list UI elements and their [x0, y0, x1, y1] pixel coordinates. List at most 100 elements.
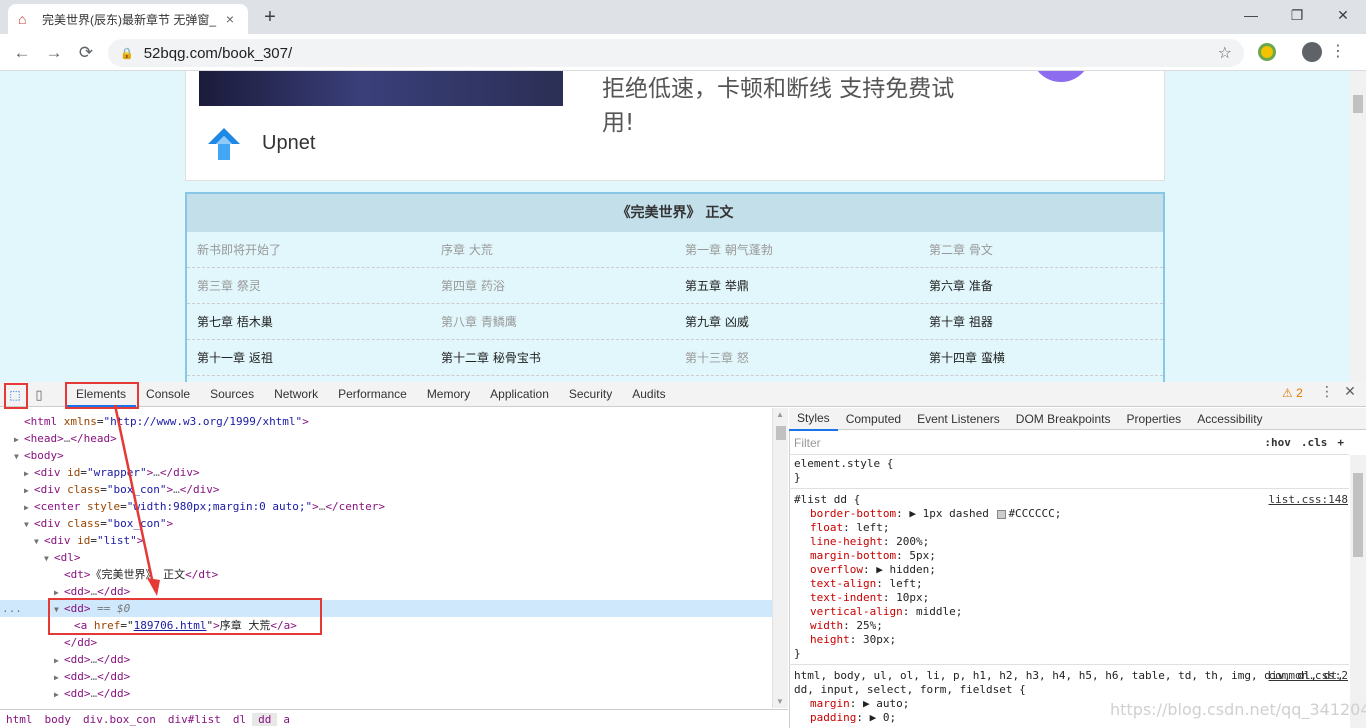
breadcrumb-item[interactable]: html: [0, 713, 39, 726]
profile-icon[interactable]: [1302, 42, 1322, 62]
css-property-name[interactable]: line-height: [810, 535, 883, 548]
styles-tab-styles[interactable]: Styles: [789, 407, 838, 431]
devtools-tab-console[interactable]: Console: [136, 382, 200, 407]
chapter-link[interactable]: 第一章 朝气蓬勃: [675, 232, 919, 267]
dom-node[interactable]: ▶ <dd>…</dd>: [0, 651, 772, 668]
chapter-link[interactable]: 第七章 梧木巢: [187, 304, 431, 339]
devtools-tab-sources[interactable]: Sources: [200, 382, 264, 407]
browser-tab[interactable]: ⌂ 完美世界(辰东)最新章节 无弹窗_ ×: [8, 4, 248, 34]
expand-toggle-icon[interactable]: ▼: [24, 516, 34, 533]
cls-toggle[interactable]: .cls: [1301, 436, 1328, 449]
breadcrumb-item[interactable]: a: [277, 713, 296, 726]
css-property[interactable]: border-bottom: ▶ 1px dashed #CCCCCC;: [794, 507, 1348, 521]
css-property-name[interactable]: vertical-align: [810, 605, 903, 618]
css-property-name[interactable]: float: [810, 521, 843, 534]
chapter-link[interactable]: 第十章 祖器: [919, 304, 1163, 339]
css-property-name[interactable]: margin-bottom: [810, 549, 896, 562]
url-text[interactable]: 52bqg.com/book_307/: [144, 45, 1218, 62]
expand-toggle-icon[interactable]: ▶: [54, 652, 64, 669]
expand-toggle-icon[interactable]: ▼: [34, 533, 44, 550]
devtools-tab-memory[interactable]: Memory: [417, 382, 480, 407]
breadcrumb-item[interactable]: div#list: [162, 713, 227, 726]
css-property-value[interactable]: left;: [856, 521, 889, 534]
css-property-value[interactable]: ▶ hidden;: [876, 563, 936, 576]
css-selector[interactable]: element.style {: [794, 457, 893, 470]
warnings-badge[interactable]: ⚠ 2: [1282, 386, 1303, 400]
styles-tab-properties[interactable]: Properties: [1118, 408, 1189, 430]
chapter-link[interactable]: 第十一章 返祖: [187, 340, 431, 375]
css-property[interactable]: height: 30px;: [794, 633, 1348, 647]
chapter-link[interactable]: 第十三章 怒: [675, 340, 919, 375]
extension-icon[interactable]: [1258, 43, 1276, 61]
css-property-name[interactable]: height: [810, 633, 850, 646]
breadcrumb-item[interactable]: div.box_con: [77, 713, 162, 726]
css-property-value[interactable]: left;: [889, 577, 922, 590]
css-property-value[interactable]: middle;: [916, 605, 962, 618]
ad-banner[interactable]: 拒绝低速，卡顿和断线 支持免费试用! Upnet: [185, 71, 1165, 181]
css-property-name[interactable]: padding: [810, 711, 856, 724]
dom-node[interactable]: ▶ <center style="width:980px;margin:0 aut…: [0, 498, 772, 515]
expand-toggle-icon[interactable]: ▶: [24, 465, 34, 482]
chapter-link[interactable]: 第二章 骨文: [919, 232, 1163, 267]
back-button[interactable]: ←: [9, 40, 35, 66]
expand-toggle-icon[interactable]: ▼: [44, 550, 54, 567]
page-scrollbar[interactable]: [1350, 71, 1366, 382]
css-property[interactable]: width: 25%;: [794, 619, 1348, 633]
styles-filter-input[interactable]: Filter: [794, 436, 1254, 450]
expand-toggle-icon[interactable]: ▼: [14, 448, 24, 465]
dom-node[interactable]: ▼ <dl>: [0, 549, 772, 566]
css-property-name[interactable]: margin: [810, 697, 850, 710]
dom-node[interactable]: ▼ <body>: [0, 447, 772, 464]
css-property[interactable]: line-height: 200%;: [794, 535, 1348, 549]
color-swatch-icon[interactable]: [997, 509, 1007, 519]
dom-node[interactable]: ▼ <div class="box_con">: [0, 515, 772, 532]
ad-image[interactable]: [199, 71, 563, 106]
new-tab-button[interactable]: +: [258, 6, 282, 30]
forward-button[interactable]: →: [41, 40, 67, 66]
devtools-tab-performance[interactable]: Performance: [328, 382, 417, 407]
chapter-link[interactable]: 第九章 凶威: [675, 304, 919, 339]
expand-toggle-icon[interactable]: ▶: [54, 686, 64, 703]
devtools-tab-security[interactable]: Security: [559, 382, 622, 407]
css-source-link[interactable]: list.css:148: [1269, 493, 1348, 507]
breadcrumb-item[interactable]: dd: [252, 712, 278, 726]
dom-node[interactable]: ▼ <div id="list">: [0, 532, 772, 549]
expand-toggle-icon[interactable]: ▶: [24, 499, 34, 516]
css-property-name[interactable]: overflow: [810, 563, 863, 576]
css-property-value[interactable]: 200%;: [896, 535, 929, 548]
dom-node[interactable]: </dd>: [0, 634, 772, 651]
css-property-value[interactable]: 25%;: [856, 619, 883, 632]
css-selector[interactable]: #list dd {: [794, 493, 860, 506]
close-window-button[interactable]: ✕: [1320, 0, 1366, 30]
css-property[interactable]: float: left;: [794, 521, 1348, 535]
breadcrumb-item[interactable]: body: [39, 713, 78, 726]
css-property-value[interactable]: 10px;: [896, 591, 929, 604]
device-toolbar-icon[interactable]: ▯: [29, 385, 49, 405]
styles-tab-event-listeners[interactable]: Event Listeners: [909, 408, 1008, 430]
chapter-link[interactable]: 序章 大荒: [431, 232, 675, 267]
dom-node[interactable]: <html xmlns="http://www.w3.org/1999/xhtm…: [0, 413, 772, 430]
chapter-link[interactable]: 第十四章 蛮横: [919, 340, 1163, 375]
expand-toggle-icon[interactable]: ▶: [24, 482, 34, 499]
elements-scrollbar[interactable]: ▲ ▼: [772, 408, 788, 708]
styles-tab-computed[interactable]: Computed: [838, 408, 909, 430]
css-property[interactable]: text-indent: 10px;: [794, 591, 1348, 605]
css-property-value[interactable]: 5px;: [909, 549, 936, 562]
dom-node[interactable]: ▶ <dd>…</dd>: [0, 668, 772, 685]
minimize-button[interactable]: —: [1228, 0, 1274, 30]
dom-node[interactable]: ▶ <dd>…</dd>: [0, 685, 772, 702]
dom-node[interactable]: ▶ <div id="wrapper">…</div>: [0, 464, 772, 481]
reload-button[interactable]: ⟳: [73, 40, 99, 66]
dom-node[interactable]: <dt>《完美世界》 正文</dt>: [0, 566, 772, 583]
devtools-tab-application[interactable]: Application: [480, 382, 559, 407]
css-property[interactable]: text-align: left;: [794, 577, 1348, 591]
css-property-value[interactable]: ▶ auto;: [863, 697, 909, 710]
lock-icon[interactable]: 🔒: [120, 47, 134, 60]
css-property-name[interactable]: text-indent: [810, 591, 883, 604]
css-property[interactable]: vertical-align: middle;: [794, 605, 1348, 619]
chapter-link[interactable]: 第四章 药浴: [431, 268, 675, 303]
hov-toggle[interactable]: :hov: [1264, 436, 1291, 449]
devtools-close-icon[interactable]: ✕: [1342, 383, 1358, 400]
chapter-link[interactable]: 第六章 准备: [919, 268, 1163, 303]
css-color-value[interactable]: #CCCCCC;: [1008, 507, 1061, 520]
